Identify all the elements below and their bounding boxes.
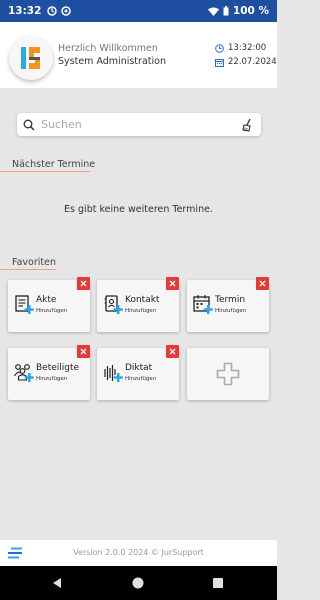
remove-favorite-button[interactable] [256,277,269,290]
wifi-icon [207,7,219,16]
favorite-tile-kontakt[interactable]: Kontakt Hinzufügen [97,277,179,332]
calendar-add-icon [193,295,213,314]
add-favorite-tile[interactable] [187,348,269,400]
termine-empty-message: Es gibt keine weiteren Termine. [64,204,213,215]
people-add-icon [14,364,34,382]
tile-label: Beteiligte [36,363,80,373]
termine-section-divider [0,171,90,172]
system-navigation-bar [0,566,277,600]
search-bar[interactable] [17,113,261,136]
remove-favorite-button[interactable] [77,277,90,290]
tile-label: Diktat [125,363,153,373]
status-bar: 13:32 100 % [0,0,277,22]
remove-favorite-button[interactable] [166,345,179,358]
header-date-value: 22.07.2024 [228,57,277,67]
back-icon[interactable] [50,576,64,590]
favorite-tile-beteiligte[interactable]: Beteiligte Hinzufügen [8,345,90,400]
close-icon[interactable] [259,280,266,287]
calendar-icon [215,58,224,67]
favorite-tile-termin[interactable]: Termin Hinzufügen [187,277,269,332]
status-time: 13:32 [8,5,42,17]
tile-label: Termin [215,295,246,305]
recents-icon[interactable] [211,576,225,590]
favoriten-section-title: Favoriten [12,257,56,268]
header-time: 13:32:00 [215,43,266,53]
tile-label: Akte [36,295,57,305]
search-input[interactable] [41,118,241,131]
activity-icon [61,6,72,16]
greeting-text: Herzlich Willkommen [58,43,158,54]
battery-icon [223,6,229,16]
version-text: Version 2.0.0 2024 © JurSupport [73,548,204,557]
termine-section-title: Nächster Termine [12,159,96,170]
app-header: Herzlich Willkommen System Administratio… [0,22,277,88]
sync-icon [47,6,58,16]
tile-sublabel: Hinzufügen [125,308,157,314]
contact-book-add-icon [104,295,123,314]
tile-label: Kontakt [125,295,160,305]
remove-favorite-button[interactable] [77,345,90,358]
home-icon[interactable] [131,576,145,590]
clock-icon [215,43,224,53]
favoriten-section-divider [0,269,56,270]
close-icon[interactable] [169,280,176,287]
favorite-tile-akte[interactable]: Akte Hinzufügen [8,277,90,332]
close-icon[interactable] [80,280,87,287]
app-footer: Version 2.0.0 2024 © JurSupport [0,540,277,566]
tile-sublabel: Hinzufügen [125,376,157,382]
clear-broom-icon[interactable] [241,118,255,132]
audio-wave-add-icon [104,365,123,382]
tile-sublabel: Hinzufügen [36,376,68,382]
document-add-icon [15,295,34,314]
app-logo [9,36,53,80]
plus-icon[interactable] [215,361,241,387]
tile-sublabel: Hinzufügen [36,308,68,314]
tile-sublabel: Hinzufügen [215,308,247,314]
search-icon[interactable] [23,119,35,131]
close-icon[interactable] [169,348,176,355]
remove-favorite-button[interactable] [166,277,179,290]
close-icon[interactable] [80,348,87,355]
favorite-tile-diktat[interactable]: Diktat Hinzufügen [97,345,179,400]
header-date: 22.07.2024 [215,57,277,67]
battery-level: 100 % [232,5,269,17]
header-time-value: 13:32:00 [228,43,267,53]
user-name: System Administration [58,56,166,67]
